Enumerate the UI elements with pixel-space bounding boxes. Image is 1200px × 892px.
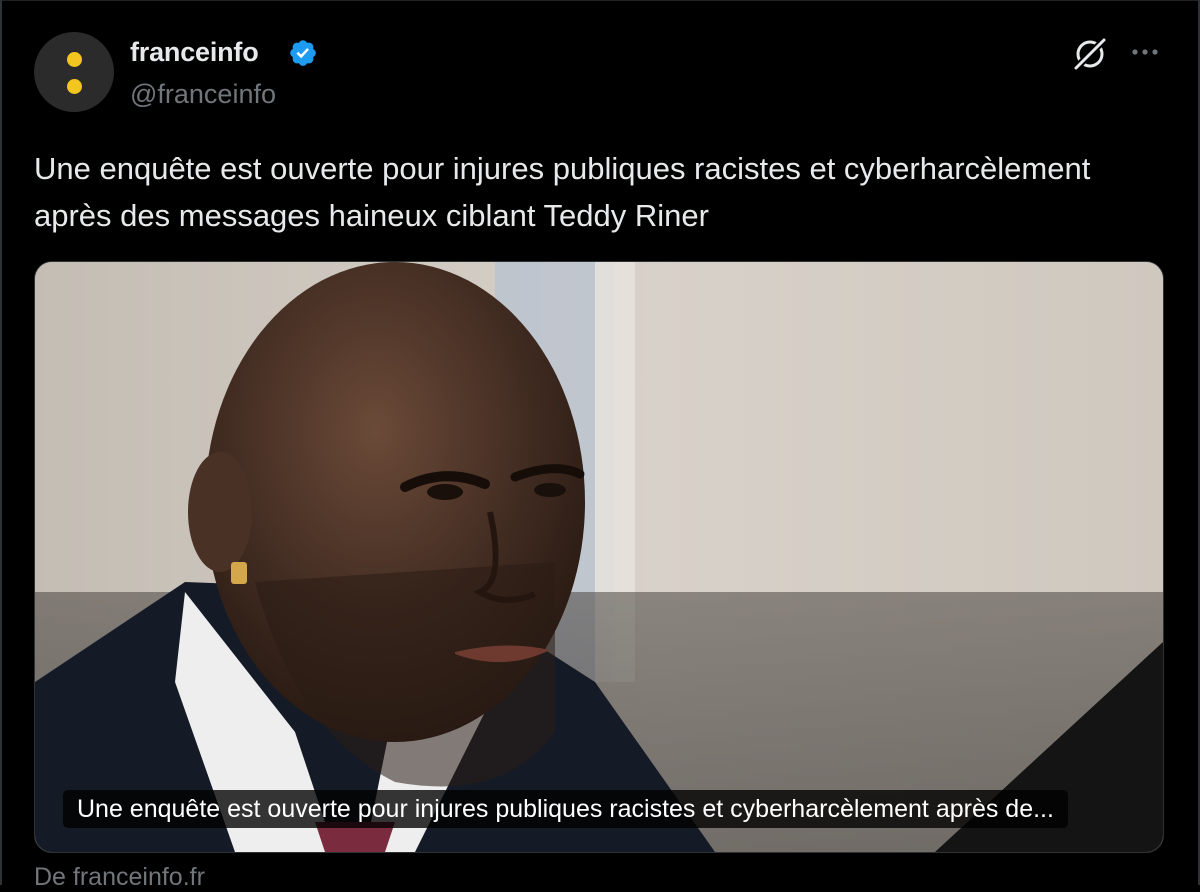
display-name[interactable]: franceinfo <box>130 36 259 68</box>
card-caption: Une enquête est ouverte pour injures pub… <box>63 790 1068 828</box>
avatar-logo-dot <box>67 52 82 67</box>
link-card[interactable]: Une enquête est ouverte pour injures pub… <box>34 261 1164 853</box>
card-source[interactable]: De franceinfo.fr <box>34 862 205 892</box>
account-handle[interactable]: @franceinfo <box>130 78 276 110</box>
more-options-icon[interactable] <box>1128 40 1162 64</box>
grok-icon[interactable] <box>1070 34 1110 74</box>
verified-badge-icon <box>290 40 316 66</box>
avatar[interactable] <box>34 32 114 112</box>
window-top-edge <box>0 0 1200 1</box>
window-left-edge <box>0 0 2 885</box>
photo-image <box>35 262 1163 852</box>
tweet-text: Une enquête est ouverte pour injures pub… <box>34 151 1091 233</box>
avatar-logo-dot <box>67 79 82 94</box>
